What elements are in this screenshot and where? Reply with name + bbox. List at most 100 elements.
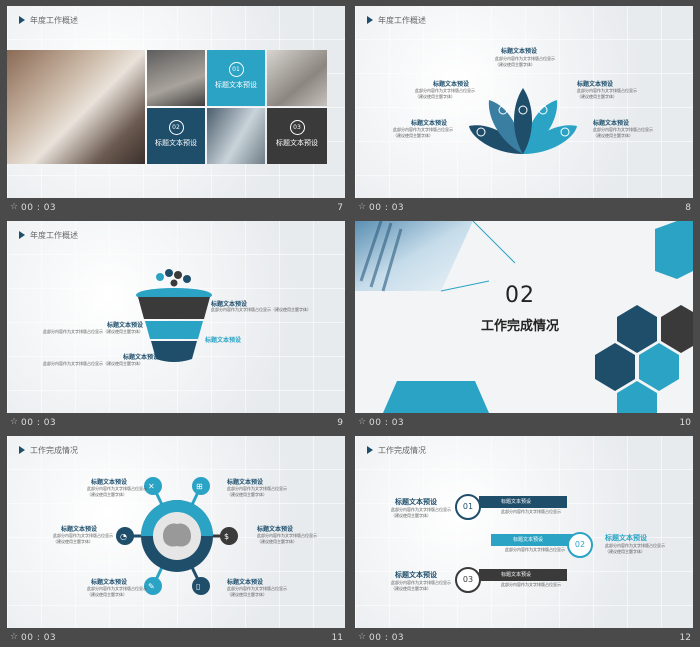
step-label-2: 标题文本预设 bbox=[605, 534, 647, 542]
triangle-icon bbox=[19, 446, 25, 454]
hex-1 bbox=[617, 305, 657, 353]
tile-03: 03 标题文本预设 bbox=[267, 108, 327, 164]
tile-02: 02 标题文本预设 bbox=[147, 108, 205, 164]
slide-thumbnail-11[interactable]: 工作完成情况 ✕ ⊞ ◔ $ ✎ ▯ 标题文本预设 此部分内容作为文字排版占位显… bbox=[7, 436, 345, 628]
slide-footer-11: ☆ 00 : 03 11 bbox=[7, 629, 345, 647]
slide-title: 年度工作概述 bbox=[367, 15, 426, 26]
tile-num: 02 bbox=[168, 120, 184, 135]
slide-number: 8 bbox=[685, 203, 691, 213]
hex-3 bbox=[595, 343, 635, 391]
step-label-3: 标题文本预设 bbox=[395, 571, 437, 579]
star-icon: ☆ bbox=[358, 202, 367, 212]
slide-time: 00 : 03 bbox=[369, 203, 405, 213]
petal-label-right-2: 标题文本预设 bbox=[593, 120, 630, 127]
slide-title: 年度工作概述 bbox=[19, 230, 78, 241]
hex-top-right bbox=[655, 221, 693, 279]
step-desc-3: 此部分内容作为文字排版占位显示 （建议使用主题字体） bbox=[391, 580, 451, 591]
triangle-icon bbox=[367, 446, 373, 454]
photo-tile-1 bbox=[147, 50, 205, 106]
triangle-icon bbox=[19, 16, 25, 24]
step-circle-3: 03 bbox=[455, 567, 481, 593]
slide-time: 00 : 03 bbox=[369, 633, 405, 643]
step-label-1: 标题文本预设 bbox=[395, 498, 437, 506]
star-icon: ☆ bbox=[358, 632, 367, 642]
step-banner-1: 标题文本预设 bbox=[479, 496, 567, 508]
slide-number: 10 bbox=[679, 418, 691, 428]
step-circle-2: 02 bbox=[567, 532, 593, 558]
hub-label-3: 标题文本预设 bbox=[61, 526, 98, 533]
slide-thumbnail-10[interactable]: 02 工作完成情况 bbox=[355, 221, 693, 413]
hub-label-6: 标题文本预设 bbox=[227, 579, 264, 586]
petal-desc-right-2: 此部分内容作为文字排版占位显示 （建议使用主题字体） bbox=[593, 127, 653, 138]
hub-label-1: 标题文本预设 bbox=[91, 479, 128, 486]
funnel-layer-1 bbox=[138, 297, 210, 319]
funnel-ball bbox=[165, 269, 173, 277]
step-banner-desc-1: 此部分内容作为文字排版占位显示 bbox=[501, 509, 561, 514]
funnel-ball bbox=[174, 271, 182, 279]
tile-num: 01 bbox=[228, 62, 244, 77]
svg-text:◔: ◔ bbox=[120, 532, 127, 541]
funnel-label-4: 标题文本预设 bbox=[123, 354, 160, 361]
tile-num: 03 bbox=[289, 120, 305, 135]
hub-desc-4: 此部分内容作为文字排版占位显示 （建议使用主题字体） bbox=[257, 533, 317, 544]
step-circle-1: 01 bbox=[455, 494, 481, 520]
hub-desc-5: 此部分内容作为文字排版占位显示 （建议使用主题字体） bbox=[87, 586, 147, 597]
tile-01: 01 标题文本预设 bbox=[207, 50, 265, 106]
slide-footer-12: ☆ 00 : 03 12 bbox=[355, 629, 693, 647]
tile-label: 标题文本预设 bbox=[155, 139, 197, 147]
hub-label-2: 标题文本预设 bbox=[227, 479, 264, 486]
step-desc-1: 此部分内容作为文字排版占位显示 （建议使用主题字体） bbox=[391, 507, 451, 518]
svg-text:▯: ▯ bbox=[196, 582, 200, 591]
svg-text:⊞: ⊞ bbox=[196, 482, 203, 491]
section-title: 工作完成情况 bbox=[481, 319, 560, 334]
photo-tile-2 bbox=[267, 50, 327, 106]
hub-desc-6: 此部分内容作为文字排版占位显示 （建议使用主题字体） bbox=[227, 586, 287, 597]
step-banner-3: 标题文本预设 bbox=[479, 569, 567, 581]
accent-line bbox=[440, 280, 490, 292]
bottom-trapezoid bbox=[383, 381, 489, 413]
petal-top-desc: 此部分内容作为文字排版占位显示 （建议使用主题字体） bbox=[495, 56, 555, 67]
hex-2 bbox=[661, 305, 693, 353]
slide-time: 00 : 03 bbox=[21, 633, 57, 643]
hub-label-5: 标题文本预设 bbox=[91, 579, 128, 586]
slide-time: 00 : 03 bbox=[369, 418, 405, 428]
petal-top-label: 标题文本预设 bbox=[501, 48, 538, 55]
slide-time: 00 : 03 bbox=[21, 418, 57, 428]
slide-thumbnail-7[interactable]: 年度工作概述 01 标题文本预设 02 标题文本预设 03 标题文本预设 bbox=[7, 6, 345, 198]
phone-icon bbox=[192, 577, 210, 595]
hex-4 bbox=[639, 343, 679, 391]
slide-footer-10: ☆ 00 : 03 10 bbox=[355, 414, 693, 432]
funnel-desc-4: 此部分内容作为文字排版占位显示（建议使用主题字体） bbox=[43, 361, 143, 366]
slide-footer-7: ☆ 00 : 03 7 bbox=[7, 199, 345, 217]
step-banner-desc-3: 此部分内容作为文字排版占位显示 bbox=[501, 582, 561, 587]
slide-thumbnail-12[interactable]: 工作完成情况 标题文本预设 此部分内容作为文字排版占位显示 （建议使用主题字体） … bbox=[355, 436, 693, 628]
photo-tile-3 bbox=[207, 108, 265, 164]
svg-text:$: $ bbox=[224, 532, 229, 541]
hub-desc-2: 此部分内容作为文字排版占位显示 （建议使用主题字体） bbox=[227, 486, 287, 497]
slide-thumbnail-9[interactable]: 年度工作概述 标题文本预设 此部分内容作为文字排版占位显示（建议使用主题字体） … bbox=[7, 221, 345, 413]
brain-icon bbox=[163, 523, 191, 547]
hub-desc-3: 此部分内容作为文字排版占位显示 （建议使用主题字体） bbox=[53, 533, 113, 544]
slide-title: 工作完成情况 bbox=[367, 445, 426, 456]
petal-label-left-2: 标题文本预设 bbox=[411, 120, 448, 127]
funnel-label-3: 标题文本预设 bbox=[205, 337, 242, 344]
slide-footer-8: ☆ 00 : 03 8 bbox=[355, 199, 693, 217]
triangle-icon bbox=[19, 231, 25, 239]
section-number: 02 bbox=[505, 283, 535, 308]
star-icon: ☆ bbox=[10, 417, 19, 427]
slide-footer-9: ☆ 00 : 03 9 bbox=[7, 414, 345, 432]
petal-desc-left-2: 此部分内容作为文字排版占位显示 （建议使用主题字体） bbox=[393, 127, 453, 138]
slide-number: 9 bbox=[337, 418, 343, 428]
funnel-desc-1: 此部分内容作为文字排版占位显示（建议使用主题字体） bbox=[211, 307, 311, 312]
funnel-ball bbox=[156, 273, 164, 281]
slide-title: 年度工作概述 bbox=[19, 15, 78, 26]
accent-line bbox=[472, 221, 516, 264]
slide-time: 00 : 03 bbox=[21, 203, 57, 213]
funnel-ball bbox=[170, 279, 178, 287]
step-banner-desc-2: 此部分内容作为文字排版占位显示 bbox=[505, 547, 565, 552]
star-icon: ☆ bbox=[10, 202, 19, 212]
slide-thumbnail-8[interactable]: 年度工作概述 标题文本预设 此部分内容作为文字排版占位显示 （建议使用主题字体） … bbox=[355, 6, 693, 198]
lotus-diagram bbox=[469, 88, 577, 154]
slide-number: 11 bbox=[331, 633, 343, 643]
slide-number: 7 bbox=[337, 203, 343, 213]
